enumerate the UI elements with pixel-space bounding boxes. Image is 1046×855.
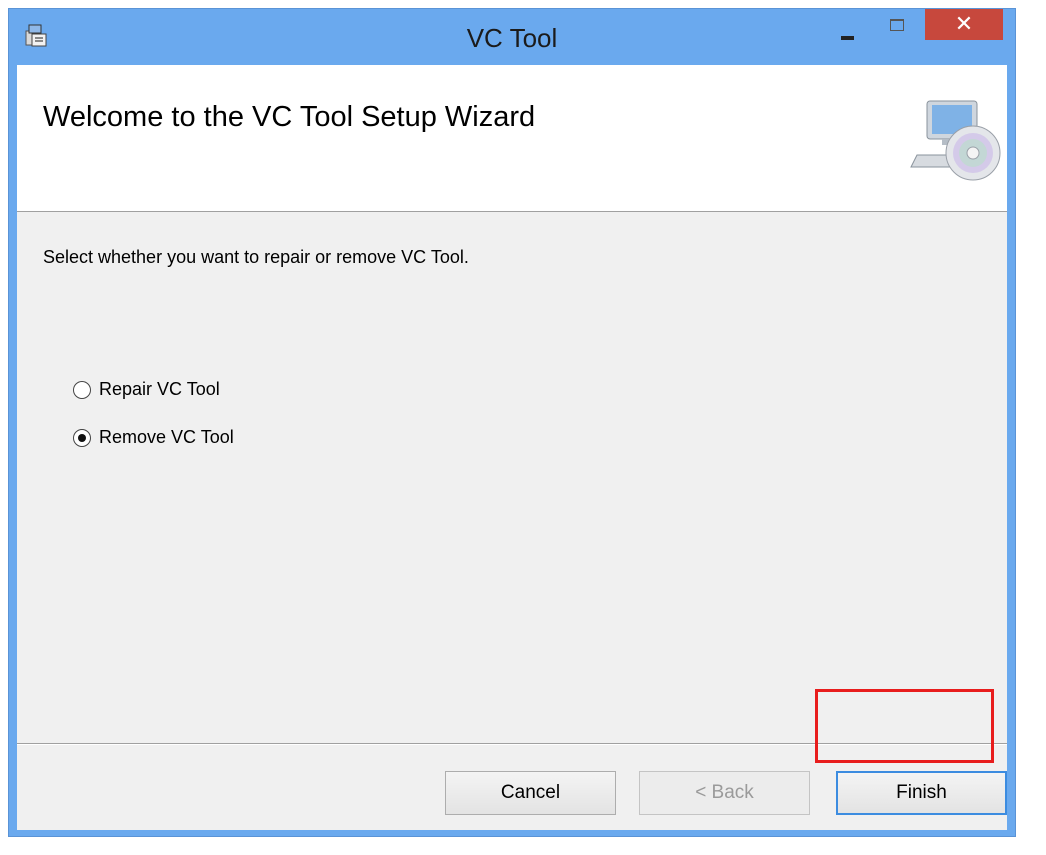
instruction-text: Select whether you want to repair or rem…: [43, 247, 469, 267]
maximize-button[interactable]: [877, 9, 917, 41]
radio-remove-label[interactable]: Remove VC Tool: [99, 427, 234, 448]
computer-cd-icon: [910, 100, 1001, 181]
radio-circle[interactable]: [73, 381, 91, 399]
minimize-button[interactable]: [827, 9, 867, 41]
finish-highlight-box: [815, 689, 994, 763]
radio-repair-label[interactable]: Repair VC Tool: [99, 379, 220, 400]
title-bar[interactable]: VC Tool ✕: [9, 9, 1015, 65]
maximize-icon: [890, 19, 904, 31]
close-icon: ✕: [954, 12, 974, 37]
cancel-button[interactable]: Cancel: [445, 771, 616, 815]
radio-circle-selected[interactable]: [73, 429, 91, 447]
banner-title: Welcome to the VC Tool Setup Wizard: [43, 101, 536, 133]
radio-selected-dot: [78, 434, 86, 442]
close-button[interactable]: ✕: [925, 9, 1003, 40]
minimize-icon: [841, 36, 854, 40]
wizard-banner: Welcome to the VC Tool Setup Wizard: [17, 65, 1007, 212]
back-button[interactable]: < Back: [639, 771, 810, 815]
finish-button[interactable]: Finish: [836, 771, 1007, 815]
